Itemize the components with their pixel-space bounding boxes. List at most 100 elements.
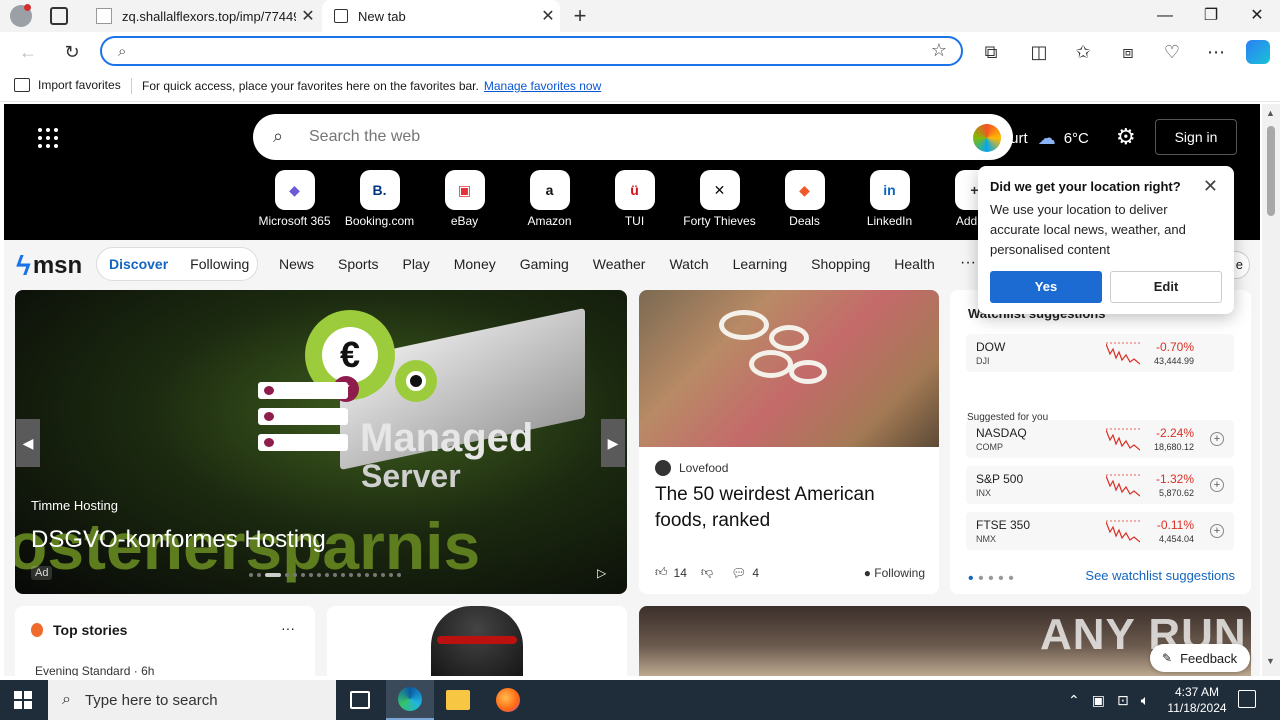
quick-link[interactable]: ◆ Microsoft 365 <box>252 170 337 228</box>
stock-row[interactable]: NASDAQ COMP -2.24% 18,680.12 + <box>966 420 1234 458</box>
carousel-next-button[interactable]: ▶ <box>601 419 625 467</box>
page-scrollbar[interactable]: ▲ ▼ <box>1262 104 1280 676</box>
carousel-dot[interactable] <box>309 573 313 577</box>
scroll-down-icon[interactable]: ▼ <box>1266 656 1275 666</box>
extensions-icon[interactable]: ⧉ <box>979 40 1003 64</box>
browser-essentials-icon[interactable]: ♡ <box>1160 40 1184 64</box>
see-watchlist-link[interactable]: See watchlist suggestions <box>1085 568 1235 583</box>
carousel-dot[interactable] <box>357 573 361 577</box>
scroll-up-icon[interactable]: ▲ <box>1266 108 1275 118</box>
ad-choices-icon[interactable]: ▷ <box>597 566 606 580</box>
category-shopping[interactable]: Shopping <box>811 256 870 272</box>
new-tab-button[interactable]: + <box>568 4 592 28</box>
quick-link[interactable]: a Amazon <box>507 170 592 228</box>
carousel-dot[interactable] <box>257 573 261 577</box>
restore-button[interactable]: ❐ <box>1188 0 1234 32</box>
article-card[interactable]: Lovefood The 50 weirdest American foods,… <box>639 290 939 594</box>
like-icon[interactable]: 👍︎ <box>655 565 668 580</box>
task-view-icon[interactable] <box>336 680 384 720</box>
web-search-box[interactable]: ⌕ <box>253 114 1013 160</box>
back-button[interactable]: ← <box>16 40 40 64</box>
tab-following[interactable]: Following <box>190 256 249 272</box>
quick-link[interactable]: in LinkedIn <box>847 170 932 228</box>
address-input[interactable] <box>146 41 906 61</box>
quick-link[interactable]: B. Booking.com <box>337 170 422 228</box>
carousel-dot[interactable] <box>249 573 253 577</box>
copilot-search-icon[interactable] <box>973 124 1001 152</box>
carousel-dot[interactable] <box>265 573 281 577</box>
category-health[interactable]: Health <box>894 256 934 272</box>
article-title[interactable]: The 50 weirdest American foods, ranked <box>655 482 925 534</box>
feedback-button[interactable]: ✎ Feedback <box>1150 644 1250 672</box>
network-icon[interactable]: ⊡ <box>1117 692 1129 709</box>
product-card[interactable] <box>327 606 627 676</box>
chevron-up-icon[interactable]: ⌃ <box>1068 692 1080 709</box>
favorites-icon[interactable]: ✩ <box>1071 40 1095 64</box>
carousel-dot[interactable] <box>389 573 393 577</box>
taskbar-search[interactable]: ⌕ Type here to search <box>48 680 336 720</box>
carousel-dot[interactable] <box>293 573 297 577</box>
carousel-dot[interactable] <box>365 573 369 577</box>
close-tab-icon[interactable]: ✕ <box>536 6 560 26</box>
gear-icon[interactable]: ⚙ <box>1116 124 1136 150</box>
close-tab-icon[interactable]: ✕ <box>296 6 320 26</box>
minimize-button[interactable]: — <box>1142 0 1188 32</box>
location-yes-button[interactable]: Yes <box>990 271 1102 303</box>
category-sports[interactable]: Sports <box>338 256 378 272</box>
category-play[interactable]: Play <box>402 256 429 272</box>
add-to-watchlist-icon[interactable]: + <box>1210 432 1224 446</box>
watchlist-pager-dots[interactable]: • • • • • <box>968 570 1014 588</box>
quick-link[interactable]: ü TUI <box>592 170 677 228</box>
web-search-input[interactable] <box>309 126 909 148</box>
copilot-icon[interactable] <box>1246 40 1270 64</box>
sign-in-button[interactable]: Sign in <box>1155 119 1237 155</box>
tab-actions-icon[interactable] <box>50 7 68 25</box>
scroll-thumb[interactable] <box>1267 126 1275 216</box>
firefox-icon[interactable] <box>484 680 532 720</box>
favorite-star-icon[interactable]: ☆ <box>931 40 947 61</box>
close-icon[interactable]: ✕ <box>1203 176 1218 197</box>
carousel-dot[interactable] <box>349 573 353 577</box>
tab-discover[interactable]: Discover <box>109 256 168 272</box>
following-indicator[interactable]: ● Following <box>864 566 925 580</box>
notification-icon[interactable] <box>1238 690 1256 708</box>
close-window-button[interactable]: ✕ <box>1234 0 1280 32</box>
category-news[interactable]: News <box>279 256 314 272</box>
hero-carousel[interactable]: € ✓ Managed Server ostenersparnis Timme … <box>15 290 627 594</box>
more-options-icon[interactable]: ··· <box>281 620 295 636</box>
carousel-dot[interactable] <box>341 573 345 577</box>
collections-icon[interactable]: ⧈ <box>1116 40 1140 64</box>
network-device-icon[interactable]: ▣ <box>1092 692 1105 709</box>
taskbar-clock[interactable]: 4:37 AM 11/18/2024 <box>1162 684 1232 716</box>
windows-start-icon[interactable] <box>14 691 32 709</box>
msn-logo[interactable]: ϟ msn <box>16 250 82 282</box>
stock-row[interactable]: S&P 500 INX -1.32% 5,870.62 + <box>966 466 1234 504</box>
location-weather[interactable]: furt ☁ 6°C <box>1006 128 1089 149</box>
file-explorer-icon[interactable] <box>434 680 482 720</box>
category-watch[interactable]: Watch <box>669 256 708 272</box>
tab-new-tab[interactable]: New tab ✕ <box>322 0 560 32</box>
carousel-dot[interactable] <box>381 573 385 577</box>
carousel-dot[interactable] <box>397 573 401 577</box>
more-categories-button[interactable]: ··· <box>960 254 976 272</box>
carousel-dot[interactable] <box>301 573 305 577</box>
dislike-icon[interactable]: 👎︎ <box>701 565 713 580</box>
import-favorites-button[interactable]: Import favorites <box>14 78 121 92</box>
add-to-watchlist-icon[interactable]: + <box>1210 478 1224 492</box>
category-money[interactable]: Money <box>454 256 496 272</box>
tab-site[interactable]: zq.shallalflexors.top/imp/77449 ✕ <box>84 0 320 32</box>
category-learning[interactable]: Learning <box>733 256 788 272</box>
carousel-dot[interactable] <box>317 573 321 577</box>
stock-row[interactable]: FTSE 350 NMX -0.11% 4,454.04 + <box>966 512 1234 550</box>
quick-link[interactable]: ◆ Deals <box>762 170 847 228</box>
carousel-dot[interactable] <box>285 573 289 577</box>
carousel-prev-button[interactable]: ◀ <box>16 419 40 467</box>
volume-icon[interactable]: 🔈︎ <box>1141 692 1149 709</box>
ad-headline[interactable]: DSGVO-konformes Hosting <box>31 526 326 554</box>
add-to-watchlist-icon[interactable]: + <box>1210 524 1224 538</box>
refresh-button[interactable]: ↻ <box>60 40 84 64</box>
location-edit-button[interactable]: Edit <box>1110 271 1222 303</box>
carousel-dot[interactable] <box>325 573 329 577</box>
category-weather[interactable]: Weather <box>593 256 646 272</box>
quick-link[interactable]: ▣ eBay <box>422 170 507 228</box>
